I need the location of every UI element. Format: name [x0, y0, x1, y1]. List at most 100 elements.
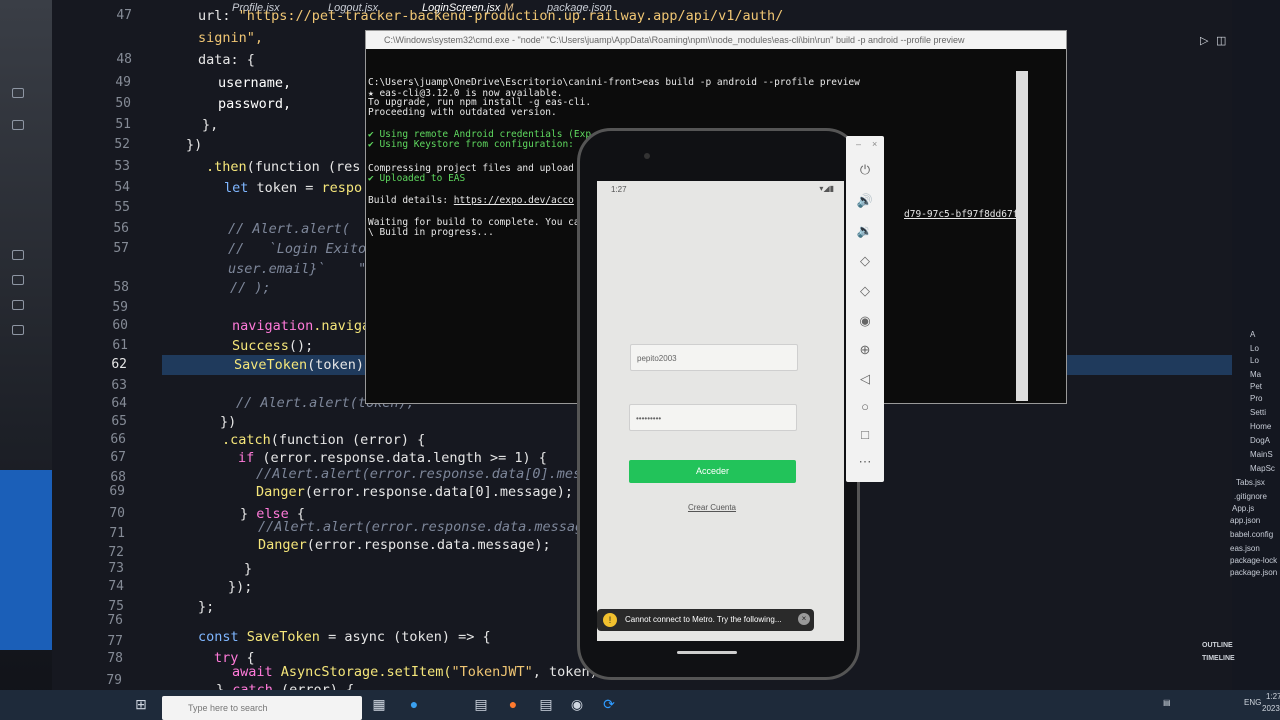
- explorer-file-item[interactable]: A: [1250, 330, 1255, 339]
- explorer-file-item[interactable]: Lo: [1250, 344, 1259, 353]
- close-icon[interactable]: [12, 88, 24, 98]
- line-number: 79: [106, 673, 122, 688]
- rotate-icon[interactable]: [12, 300, 24, 310]
- tray-icon[interactable]: ▤: [1163, 698, 1171, 707]
- code-line-50: password,: [218, 96, 292, 112]
- power-icon[interactable]: ⏻: [846, 162, 884, 178]
- task-view-icon[interactable]: ▦: [370, 695, 388, 713]
- cmd-title-bar[interactable]: C:\Windows\system32\cmd.exe - "node" "C:…: [366, 31, 1066, 49]
- line-number: 65: [111, 414, 127, 429]
- volume-up-icon[interactable]: 🔊: [846, 193, 884, 209]
- explorer-file-item[interactable]: Pro: [1250, 394, 1262, 403]
- store-icon[interactable]: ▤: [472, 695, 490, 713]
- minimize-icon[interactable]: –: [856, 139, 861, 149]
- explorer-file-item[interactable]: babel.config: [1230, 530, 1273, 539]
- cmd-output-line: C:\Users\juamp\OneDrive\Escritorio\canin…: [368, 77, 860, 88]
- terminal-icon[interactable]: ▤: [537, 695, 555, 713]
- explorer-file-item[interactable]: Home: [1250, 422, 1271, 431]
- code-line-49: username,: [218, 75, 292, 91]
- line-number: 48: [116, 52, 132, 67]
- home-icon[interactable]: ○: [846, 399, 884, 414]
- camera-icon[interactable]: ◉: [846, 313, 884, 329]
- power-icon[interactable]: [12, 250, 24, 260]
- timeline-section[interactable]: TIMELINE: [1202, 655, 1235, 662]
- explorer-file-item[interactable]: Lo: [1250, 356, 1259, 365]
- line-number: 56: [113, 221, 129, 236]
- line-number: 59: [112, 300, 128, 315]
- line-number: 50: [115, 96, 131, 111]
- back-icon[interactable]: ◁: [846, 371, 884, 387]
- cmd-output-line: ✔ Using Keystore from configuration:: [368, 139, 574, 150]
- code-line-57-wrap: user.email}` ": [228, 261, 367, 277]
- line-number: 62: [111, 357, 127, 372]
- warning-icon: !: [603, 613, 617, 627]
- rotate-right-icon[interactable]: ◇: [846, 283, 884, 299]
- code-line-54: let token = respo: [224, 180, 363, 196]
- language-indicator[interactable]: ENG: [1244, 698, 1261, 707]
- volume-icon[interactable]: [12, 275, 24, 285]
- volume-down-icon[interactable]: 🔉: [846, 223, 884, 239]
- emulator-toolbar: – × ⏻ 🔊 🔉 ◇ ◇ ◉ ⊕ ◁ ○ □ ⋯: [846, 136, 884, 482]
- firefox-icon[interactable]: ●: [504, 695, 522, 713]
- create-account-link[interactable]: Crear Cuenta: [597, 503, 827, 512]
- windows-start-icon[interactable]: ⊞: [132, 695, 150, 713]
- explorer-file-item[interactable]: MapSc: [1250, 464, 1275, 473]
- line-number: 52: [114, 137, 130, 152]
- close-icon[interactable]: ×: [798, 613, 810, 625]
- camera-icon[interactable]: [12, 325, 24, 335]
- taskbar-search-box[interactable]: Type here to search: [162, 696, 362, 720]
- explorer-file-item[interactable]: package.json: [1230, 568, 1277, 577]
- code-line-56: // Alert.alert(: [228, 221, 350, 237]
- explorer-file-item[interactable]: Pet: [1250, 382, 1262, 391]
- explorer-file-item[interactable]: app.json: [1230, 516, 1260, 525]
- run-icon[interactable]: ▷: [1200, 34, 1208, 47]
- code-line-66: .catch(function (error) {: [222, 432, 426, 448]
- gesture-nav-bar[interactable]: [677, 651, 737, 654]
- explorer-file-item[interactable]: package-lock: [1230, 556, 1277, 565]
- password-input[interactable]: •••••••••: [629, 404, 797, 431]
- line-number: 55: [114, 200, 130, 215]
- windows-taskbar: ⊞ Type here to search ▦ ● ▤ ● ▤ ◉ ⟳ ▤ EN…: [0, 690, 1280, 720]
- rotate-left-icon[interactable]: ◇: [846, 253, 884, 269]
- overview-icon[interactable]: □: [846, 427, 884, 442]
- explorer-file-item[interactable]: Setti: [1250, 408, 1266, 417]
- line-number: 58: [113, 280, 129, 295]
- explorer-file-item[interactable]: Ma: [1250, 370, 1261, 379]
- edge-icon[interactable]: ●: [405, 695, 423, 713]
- cmd-scrollbar[interactable]: [1016, 71, 1028, 401]
- code-line-48: data: {: [198, 52, 255, 68]
- line-number: 72: [108, 545, 124, 560]
- vscode-icon[interactable]: ⟳: [600, 695, 618, 713]
- desktop-wallpaper-panel: [0, 470, 52, 650]
- explorer-file-item[interactable]: DogA: [1250, 436, 1270, 445]
- line-number: 63: [111, 378, 127, 393]
- zoom-icon[interactable]: ⊕: [846, 342, 884, 358]
- explorer-file-item[interactable]: eas.json: [1230, 544, 1260, 553]
- cmd-output-line: \ Build in progress...: [368, 227, 494, 238]
- more-icon[interactable]: ⋯: [846, 454, 884, 470]
- username-input[interactable]: pepito2003: [630, 344, 798, 371]
- explorer-file-item[interactable]: Tabs.jsx: [1236, 478, 1265, 487]
- menu-icon[interactable]: [12, 120, 24, 130]
- clock-date[interactable]: 2023-: [1262, 704, 1280, 713]
- outline-section[interactable]: OUTLINE: [1202, 642, 1233, 649]
- line-number: 66: [110, 432, 126, 447]
- line-number: 74: [108, 579, 124, 594]
- code-line-52: }): [186, 137, 203, 153]
- split-editor-icon[interactable]: ◫: [1216, 34, 1226, 47]
- line-number: 47: [116, 8, 132, 23]
- line-number: 68: [110, 470, 126, 485]
- code-line-60: navigation.naviga: [232, 318, 371, 334]
- login-button[interactable]: Acceder: [629, 460, 796, 483]
- metro-error-toast[interactable]: ! Cannot connect to Metro. Try the follo…: [597, 609, 814, 631]
- explorer-file-item[interactable]: .gitignore: [1234, 492, 1267, 501]
- close-icon[interactable]: ×: [872, 139, 877, 149]
- code-line-79: await AsyncStorage.setItem("TokenJWT", t…: [232, 664, 606, 680]
- cmd-fragment-build-id: d79-97c5-bf97f8dd67f4: [904, 209, 1025, 220]
- code-line-77: const SaveToken = async (token) => {: [198, 629, 491, 645]
- clock-time[interactable]: 1:27: [1266, 692, 1280, 701]
- explorer-file-item[interactable]: App.js: [1232, 504, 1254, 513]
- explorer-file-item[interactable]: MainS: [1250, 450, 1273, 459]
- android-emulator-device: 1:27 ▾◢▮ pepito2003 ••••••••• Acceder Cr…: [577, 128, 860, 680]
- node-icon[interactable]: ◉: [568, 695, 586, 713]
